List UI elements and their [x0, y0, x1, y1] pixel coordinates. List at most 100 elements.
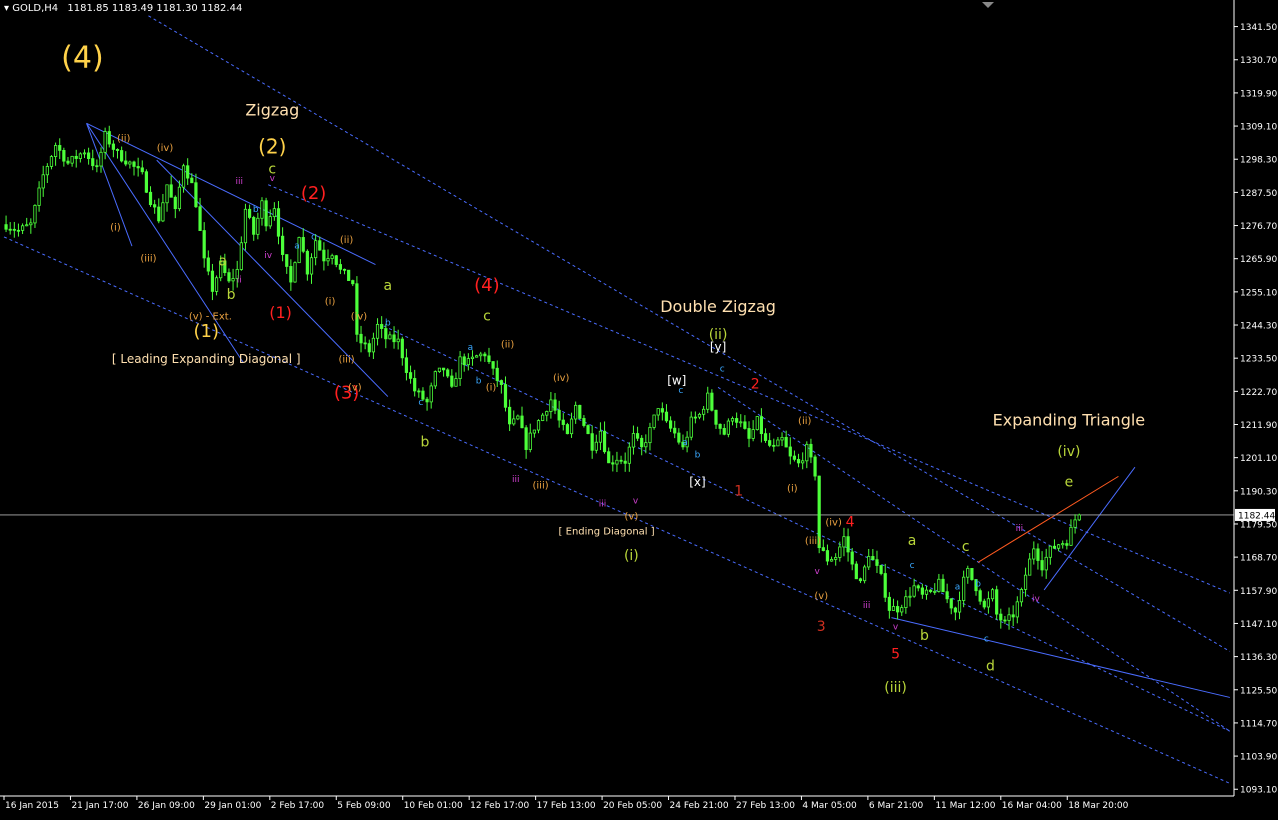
chart-area[interactable]: (4) Zigzag (2) c (2) (1) (1) (3) (4) c a b a b (v) - E… — [0, 0, 1278, 816]
price-tick-label: 1093.10 — [1240, 786, 1277, 796]
price-tick-label: 1222.70 — [1240, 388, 1277, 398]
wave-label-0: (4) — [61, 40, 104, 75]
candle — [293, 261, 297, 283]
price-tick-label: 1233.50 — [1240, 355, 1277, 365]
price-tick-label: 1276.70 — [1240, 222, 1277, 232]
wave-label-35: (iv) — [1057, 444, 1080, 460]
wave-label-9: c — [483, 309, 491, 325]
candle — [355, 276, 359, 342]
wave-label-43: (iii) — [339, 355, 355, 366]
candle — [862, 564, 867, 584]
price-tick-label: 1125.50 — [1240, 686, 1277, 696]
candle — [1077, 513, 1081, 522]
time-tick-label: 26 Jan 09:00 — [138, 801, 195, 811]
wave-label-49: (iii) — [533, 481, 549, 492]
wave-label-2: (2) — [258, 134, 286, 158]
time-tick-label: 20 Feb 05:00 — [603, 801, 662, 811]
price-tick-label: 1255.10 — [1240, 288, 1277, 298]
wave-label-21: [ Ending Diagonal ] — [559, 527, 655, 538]
wave-label-42: (i) — [325, 296, 336, 307]
wave-label-46: (ii) — [501, 339, 514, 350]
wave-label-71: c — [418, 398, 423, 408]
wave-label-32: c — [962, 539, 970, 555]
triangle-down-icon[interactable]: ▾ — [4, 3, 9, 14]
candle — [726, 418, 730, 438]
time-tick-label: 11 Mar 12:00 — [935, 801, 995, 811]
candle — [970, 568, 974, 581]
wave-label-45: (v) — [348, 382, 362, 393]
wave-label-34: e — [1065, 475, 1074, 491]
wave-label-81: c — [984, 635, 989, 645]
wave-label-28: 5 — [891, 646, 900, 662]
wave-label-22: (i) — [624, 548, 639, 564]
wave-label-78: c — [910, 561, 915, 571]
wave-label-68: a — [294, 242, 300, 252]
wave-label-19: [w] — [667, 374, 686, 388]
wave-label-76: b — [695, 450, 701, 460]
time-tick-label: 2 Feb 17:00 — [271, 801, 325, 811]
price-tick-label: 1168.70 — [1240, 554, 1277, 564]
wave-label-51: (i) — [787, 484, 798, 495]
time-tick-label: 5 Feb 09:00 — [337, 801, 391, 811]
wave-label-72: a — [468, 343, 474, 353]
ohlc-readout: 1181.85 1183.49 1181.30 1182.44 — [67, 3, 243, 14]
wave-label-1: Zigzag — [245, 101, 299, 120]
wave-label-38: (iv) — [157, 143, 174, 154]
wave-label-13: b — [227, 287, 236, 303]
wave-label-63: iii — [863, 601, 871, 611]
wave-label-25: 1 — [734, 484, 743, 500]
wave-label-11: b — [421, 435, 430, 451]
time-tick-label: 29 Jan 01:00 — [204, 801, 261, 811]
wave-label-79: a — [955, 582, 961, 592]
time-tick-label: 17 Feb 13:00 — [537, 801, 596, 811]
wave-label-31: b — [920, 628, 929, 644]
symbol-bar: ▾ GOLD,H4 1181.85 1183.49 1181.30 1182.4… — [4, 3, 242, 14]
wave-label-74: c — [678, 386, 683, 396]
wave-label-14: (v) - Ext. — [189, 312, 232, 323]
wave-label-16: Double Zigzag — [660, 297, 776, 316]
wave-label-52: (iv) — [825, 517, 842, 528]
candle — [586, 424, 590, 435]
wave-label-30: a — [908, 533, 917, 549]
candle — [755, 416, 759, 431]
time-tick-label: 27 Feb 13:00 — [736, 801, 795, 811]
candle — [879, 564, 883, 576]
time-tick-label: 16 Mar 04:00 — [1002, 801, 1062, 811]
wave-label-37: (ii) — [117, 134, 130, 145]
candle — [433, 370, 437, 389]
time-tick-label: 6 Mar 21:00 — [869, 801, 924, 811]
candle — [144, 169, 148, 194]
wave-label-23: (v) — [625, 511, 639, 522]
wave-label-12: a — [218, 253, 227, 269]
price-tick-label: 1179.50 — [1240, 520, 1277, 530]
wave-label-70: b — [385, 318, 391, 328]
wave-label-18: [y] — [710, 340, 726, 354]
wave-label-60: iii — [599, 500, 607, 510]
wave-label-73: b — [476, 377, 482, 387]
wave-label-24: 2 — [751, 376, 760, 392]
candle — [264, 197, 268, 232]
wave-label-47: (i) — [486, 382, 497, 393]
candle — [652, 414, 656, 430]
candle — [565, 422, 570, 435]
wave-label-36: Expanding Triangle — [993, 411, 1146, 430]
wave-label-67: b — [253, 205, 259, 215]
price-tick-label: 1157.90 — [1240, 587, 1277, 597]
time-tick-label: 12 Feb 17:00 — [470, 801, 529, 811]
price-tick-label: 1309.10 — [1240, 123, 1277, 133]
wave-label-39: (i) — [110, 223, 121, 234]
price-chart[interactable]: (4)Zigzag(2)c(2)(1)(1)(3)(4)cabab(v) - E… — [0, 0, 1278, 816]
wave-label-62: v — [814, 567, 820, 577]
time-tick-label: 4 Mar 05:00 — [802, 801, 857, 811]
time-tick-label: 24 Feb 21:00 — [670, 801, 729, 811]
price-tick-label: 1341.50 — [1240, 23, 1277, 33]
wave-label-61: v — [633, 496, 639, 506]
wave-label-20: [x] — [689, 475, 705, 489]
symbol-label: GOLD,H4 — [12, 3, 59, 14]
price-tick-label: 1190.30 — [1240, 487, 1277, 497]
wave-label-65: iii — [1016, 524, 1024, 534]
wave-label-8: (4) — [474, 275, 500, 296]
price-tick-label: 1103.90 — [1240, 753, 1277, 763]
candle — [578, 404, 582, 420]
wave-label-40: (iii) — [140, 253, 156, 264]
